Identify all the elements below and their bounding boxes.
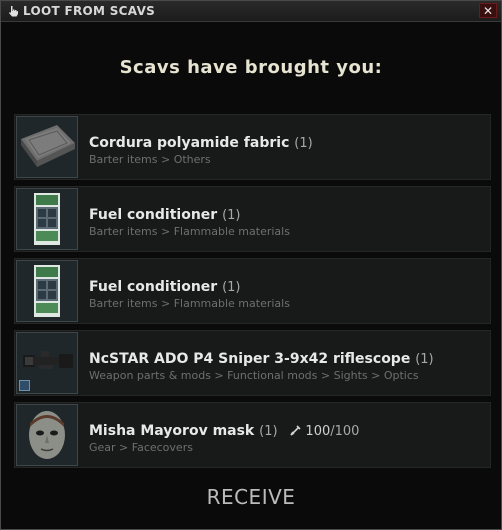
list-item[interactable]: Fuel conditioner (1) Barter items > Flam… <box>14 258 491 324</box>
item-count: (1) <box>222 208 241 223</box>
item-category: Weapon parts & mods > Functional mods > … <box>89 369 419 382</box>
item-category: Gear > Facecovers <box>89 441 193 454</box>
list-item[interactable]: NcSTAR ADO P4 Sniper 3-9x42 riflescope (… <box>14 330 491 396</box>
mod-badge-icon <box>19 380 30 391</box>
fuel-conditioner-icon <box>16 188 78 250</box>
window-title: LOOT FROM SCAVS <box>23 4 156 18</box>
durability: 100/100 <box>290 424 359 439</box>
list-item[interactable]: Misha Mayorov mask (1) 100/100 Gear > Fa… <box>14 402 491 468</box>
close-button[interactable]: ✕ <box>479 3 497 18</box>
loot-list: Cordura polyamide fabric (1) Barter item… <box>14 114 491 474</box>
page-heading: Scavs have brought you: <box>119 57 383 78</box>
list-item[interactable]: Cordura polyamide fabric (1) Barter item… <box>14 114 491 180</box>
fuel-conditioner-icon <box>16 260 78 322</box>
item-name: NcSTAR ADO P4 Sniper 3-9x42 riflescope <box>89 351 411 367</box>
item-category: Barter items > Flammable materials <box>89 297 290 310</box>
item-count: (1) <box>222 280 241 295</box>
item-count: (1) <box>294 136 313 151</box>
item-name: Fuel conditioner <box>89 279 218 295</box>
item-category: Barter items > Flammable materials <box>89 225 290 238</box>
loot-window: LOOT FROM SCAVS ✕ Scavs have brought you… <box>0 0 502 530</box>
durability-max: /100 <box>330 424 360 439</box>
item-name: Cordura polyamide fabric <box>89 135 290 151</box>
item-name: Fuel conditioner <box>89 207 218 223</box>
fabric-icon <box>16 116 78 178</box>
item-count: (1) <box>259 424 278 439</box>
wrench-icon <box>290 425 301 436</box>
durability-current: 100 <box>305 424 331 439</box>
receive-button[interactable]: RECEIVE <box>1 485 501 509</box>
item-category: Barter items > Others <box>89 153 211 166</box>
hand-pointer-icon <box>9 6 18 17</box>
list-item[interactable]: Fuel conditioner (1) Barter items > Flam… <box>14 186 491 252</box>
title-bar: LOOT FROM SCAVS ✕ <box>1 1 501 22</box>
item-count: (1) <box>415 352 434 367</box>
riflescope-icon <box>16 332 78 394</box>
item-name: Misha Mayorov mask <box>89 423 255 439</box>
mask-icon <box>16 404 78 466</box>
